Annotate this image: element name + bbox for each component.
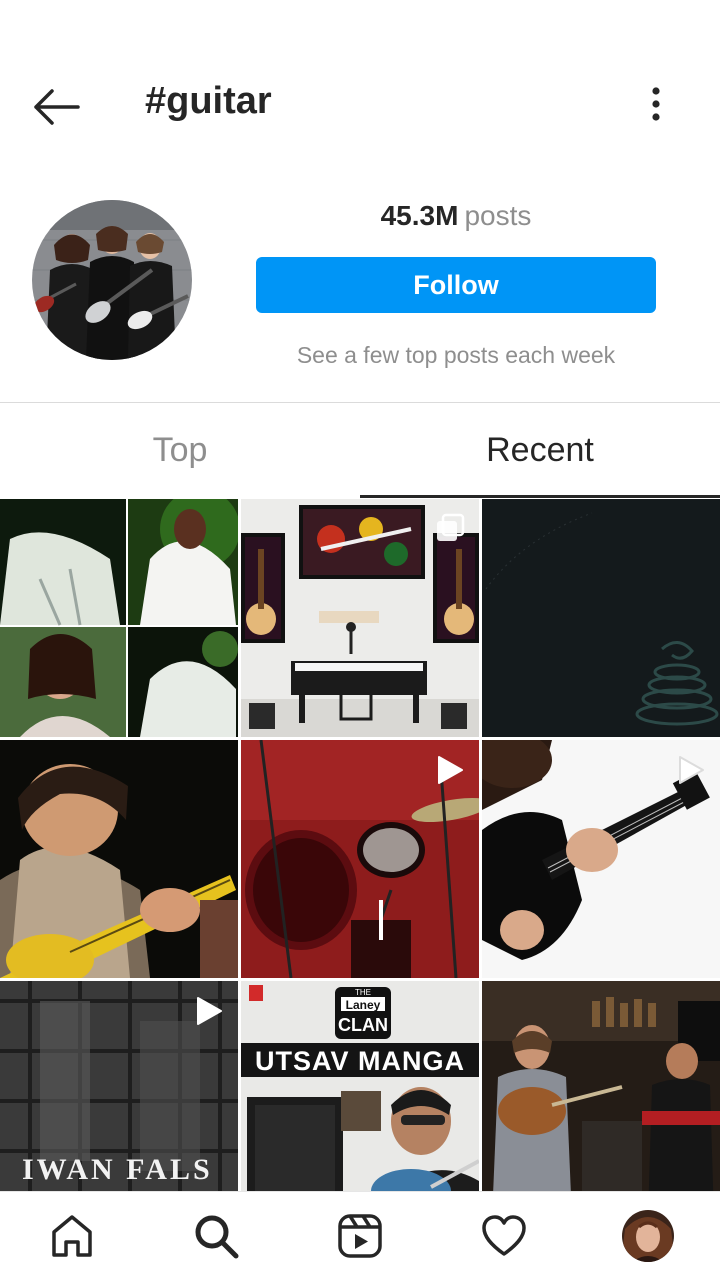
nav-profile-button[interactable] [620,1208,676,1264]
reels-icon [338,1214,382,1258]
play-icon [438,756,463,784]
profile-avatar [622,1210,674,1262]
nav-reels-button[interactable] [332,1208,388,1264]
follow-button[interactable]: Follow [256,257,656,313]
post-thumbnail[interactable] [482,499,720,737]
post-thumbnail[interactable]: THE Laney CLAN UTSAV MANGA [241,981,479,1191]
hashtag-title: #guitar [145,80,272,122]
arrow-left-icon [34,89,80,125]
post-thumbnail[interactable] [241,740,479,978]
tab-recent[interactable]: Recent [360,403,720,498]
top-bar: #guitar [0,0,720,190]
hashtag-avatar [32,200,192,360]
feed-tabs: Top Recent [0,403,720,498]
nav-home-button[interactable] [44,1208,100,1264]
post-thumbnail[interactable] [0,499,238,737]
clan-label: CLAN [338,1015,388,1035]
laney-the-label: THE [355,988,371,997]
heart-icon [482,1215,526,1256]
post-thumbnail[interactable] [482,981,720,1191]
video-caption: IWAN FALS [22,1153,213,1186]
laney-brand-label: Laney [346,998,381,1012]
post-count: 45.3M [380,200,459,231]
post-title: UTSAV MANGA [255,1046,465,1076]
nav-activity-button[interactable] [476,1208,532,1264]
more-vertical-icon [652,87,660,121]
search-icon [195,1215,239,1259]
post-thumbnail[interactable] [482,740,720,978]
post-thumbnail[interactable] [241,499,479,737]
back-button[interactable] [28,82,84,132]
follow-hint-text: See a few top posts each week [296,342,616,368]
post-grid: IWAN FALS THE Laney CLAN UTSAV MANGA [0,499,720,1191]
multi-image-icon [437,513,465,541]
active-tab-indicator [360,495,720,498]
post-thumbnail[interactable] [0,740,238,978]
more-options-button[interactable] [636,82,676,126]
tab-top[interactable]: Top [0,403,360,498]
play-icon [197,997,222,1025]
post-unit-label: posts [464,200,532,231]
nav-search-button[interactable] [188,1208,244,1264]
post-thumbnail[interactable]: IWAN FALS [0,981,238,1191]
hashtag-profile: 45.3M posts Follow See a few top posts ea… [0,200,720,400]
bottom-navigation [0,1191,720,1280]
play-icon [679,756,704,784]
home-icon [52,1215,92,1257]
post-stats: 45.3M posts [256,200,656,232]
